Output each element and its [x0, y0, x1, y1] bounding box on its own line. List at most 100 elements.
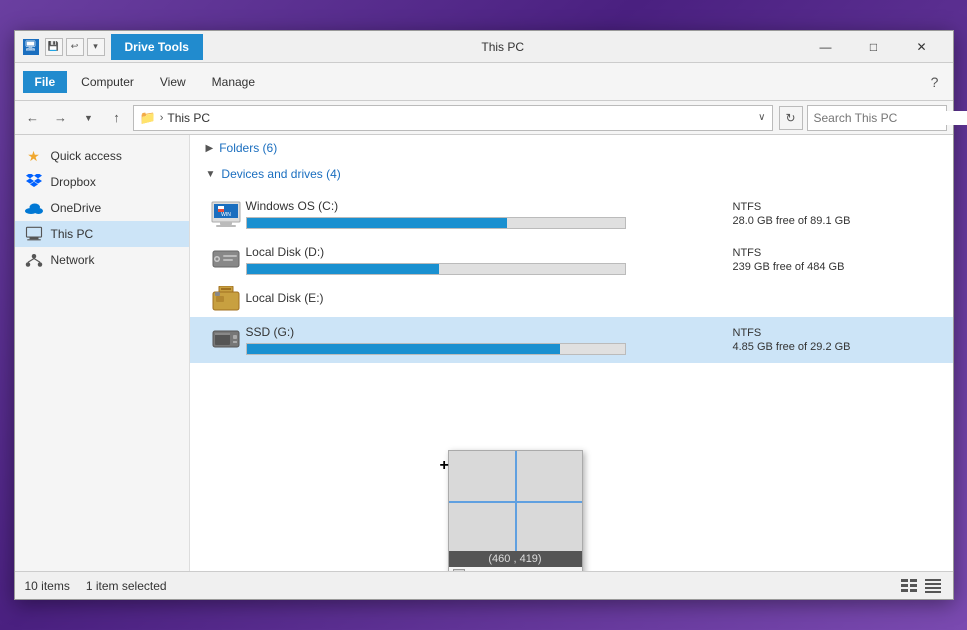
preview-popup: (460 , 419) 217, 217, 217 [448, 450, 583, 571]
drive-d-fs: NTFS [733, 247, 933, 259]
quick-access-toolbar: 💾 ↩ ▾ [45, 38, 105, 56]
drive-c-progress [246, 217, 626, 229]
search-bar: 🔍 [807, 105, 947, 131]
devices-section-header[interactable]: ▼ Devices and drives (4) [190, 161, 953, 187]
drive-g-stats: NTFS 4.85 GB free of 29.2 GB [733, 327, 933, 353]
preview-coords: (460 , 419) [449, 551, 582, 567]
preview-canvas [449, 451, 582, 551]
drive-g-info: SSD (G:) [246, 325, 713, 355]
sidebar-item-this-pc[interactable]: This PC [15, 221, 189, 247]
drive-d-progress [246, 263, 626, 275]
sidebar-item-onedrive[interactable]: OneDrive [15, 195, 189, 221]
sidebar-label-onedrive: OneDrive [51, 201, 102, 215]
ribbon: File Computer View Manage ? [15, 63, 953, 101]
drive-c-fill [247, 218, 508, 228]
pc-icon [25, 225, 43, 243]
sidebar: ★ Quick access Dropbox OneDrive [15, 135, 190, 571]
drive-g-name: SSD (G:) [246, 325, 713, 339]
devices-expand-icon: ▼ [206, 169, 216, 180]
crosshair-vertical [515, 451, 517, 551]
drive-item-g[interactable]: SSD (G:) NTFS 4.85 GB free of 29.2 GB [190, 317, 953, 363]
close-button[interactable]: ✕ [899, 33, 945, 61]
sidebar-label-quick-access: Quick access [51, 149, 122, 163]
maximize-button[interactable]: □ [851, 33, 897, 61]
devices-section-title: Devices and drives (4) [221, 167, 340, 181]
items-count: 10 items [25, 579, 70, 593]
help-button[interactable]: ? [925, 72, 945, 92]
recent-button[interactable]: ▼ [77, 106, 101, 130]
drive-d-info: Local Disk (D:) [246, 245, 713, 275]
drive-c-space: 28.0 GB free of 89.1 GB [733, 215, 933, 227]
dropbox-icon [25, 173, 43, 191]
title-bar-left: 🖥 💾 ↩ ▾ Drive Tools [23, 34, 203, 60]
drive-tools-tab[interactable]: Drive Tools [111, 34, 203, 60]
details-view-button[interactable] [899, 576, 919, 596]
qa-undo-btn[interactable]: ↩ [66, 38, 84, 56]
window-title: This PC [203, 40, 803, 54]
qa-save-btn[interactable]: 💾 [45, 38, 63, 56]
sidebar-label-dropbox: Dropbox [51, 175, 96, 189]
drive-item-c[interactable]: WIN Windows OS (C:) NTFS 28.0 GB free of… [190, 191, 953, 237]
drive-d-icon [210, 244, 242, 276]
drive-c-name: Windows OS (C:) [246, 199, 713, 213]
up-button[interactable]: ↑ [105, 106, 129, 130]
network-icon [25, 251, 43, 269]
view-tab[interactable]: View [148, 71, 198, 93]
drive-g-fs: NTFS [733, 327, 933, 339]
address-separator: › [160, 112, 164, 124]
computer-tab[interactable]: Computer [69, 71, 146, 93]
nav-bar: ← → ▼ ↑ 📁 › This PC ∨ ↻ 🔍 [15, 101, 953, 135]
main-content: ▶ Folders (6) ▼ Devices and drives (4) [190, 135, 953, 571]
drive-d-name: Local Disk (D:) [246, 245, 713, 259]
tiles-view-button[interactable] [923, 576, 943, 596]
rgb-swatch [453, 569, 465, 571]
sidebar-label-this-pc: This PC [51, 227, 94, 241]
drive-e-icon [210, 284, 242, 316]
refresh-button[interactable]: ↻ [779, 106, 803, 130]
rgb-values: 217, 217, 217 [469, 570, 530, 572]
sidebar-label-network: Network [51, 253, 95, 267]
back-button[interactable]: ← [21, 106, 45, 130]
view-buttons [899, 576, 943, 596]
explorer-window: 🖥 💾 ↩ ▾ Drive Tools This PC — □ ✕ File C… [14, 30, 954, 600]
drive-d-stats: NTFS 239 GB free of 484 GB [733, 247, 933, 273]
file-tab[interactable]: File [23, 71, 68, 93]
star-icon: ★ [25, 147, 43, 165]
address-dropdown-icon[interactable]: ∨ [758, 112, 765, 123]
content-area: ★ Quick access Dropbox OneDrive [15, 135, 953, 571]
drive-g-fill [247, 344, 561, 354]
folders-expand-icon: ▶ [206, 143, 214, 154]
minimize-button[interactable]: — [803, 33, 849, 61]
drive-c-stats: NTFS 28.0 GB free of 89.1 GB [733, 201, 933, 227]
sidebar-item-quick-access[interactable]: ★ Quick access [15, 143, 189, 169]
drive-e-info: Local Disk (E:) [246, 291, 713, 309]
drive-d-fill [247, 264, 440, 274]
drive-c-fs: NTFS [733, 201, 933, 213]
folders-section-header[interactable]: ▶ Folders (6) [190, 135, 953, 161]
sidebar-item-dropbox[interactable]: Dropbox [15, 169, 189, 195]
sidebar-item-network[interactable]: Network [15, 247, 189, 273]
address-bar[interactable]: 📁 › This PC ∨ [133, 105, 773, 131]
onedrive-icon [25, 199, 43, 217]
drive-e-name: Local Disk (E:) [246, 291, 713, 305]
address-folder-icon: 📁 [140, 110, 156, 126]
drive-c-icon: WIN [210, 198, 242, 230]
drive-d-space: 239 GB free of 484 GB [733, 261, 933, 273]
drive-item-d[interactable]: Local Disk (D:) NTFS 239 GB free of 484 … [190, 237, 953, 283]
manage-tab[interactable]: Manage [200, 71, 267, 93]
qa-dropdown-btn[interactable]: ▾ [87, 38, 105, 56]
forward-button[interactable]: → [49, 106, 73, 130]
drive-g-icon [210, 324, 242, 356]
search-input[interactable] [814, 111, 967, 125]
preview-rgb: 217, 217, 217 [449, 567, 582, 571]
folders-section-title: Folders (6) [219, 141, 277, 155]
svg-text:WIN: WIN [221, 212, 231, 218]
drive-g-space: 4.85 GB free of 29.2 GB [733, 341, 933, 353]
drive-item-e[interactable]: Local Disk (E:) [190, 283, 953, 317]
app-icon: 🖥 [23, 39, 39, 55]
cursor-add-icon: + [440, 457, 449, 475]
window-controls: — □ ✕ [803, 33, 945, 61]
address-path: This PC [167, 111, 210, 125]
drive-items-container: WIN Windows OS (C:) NTFS 28.0 GB free of… [190, 187, 953, 367]
drive-g-progress [246, 343, 626, 355]
